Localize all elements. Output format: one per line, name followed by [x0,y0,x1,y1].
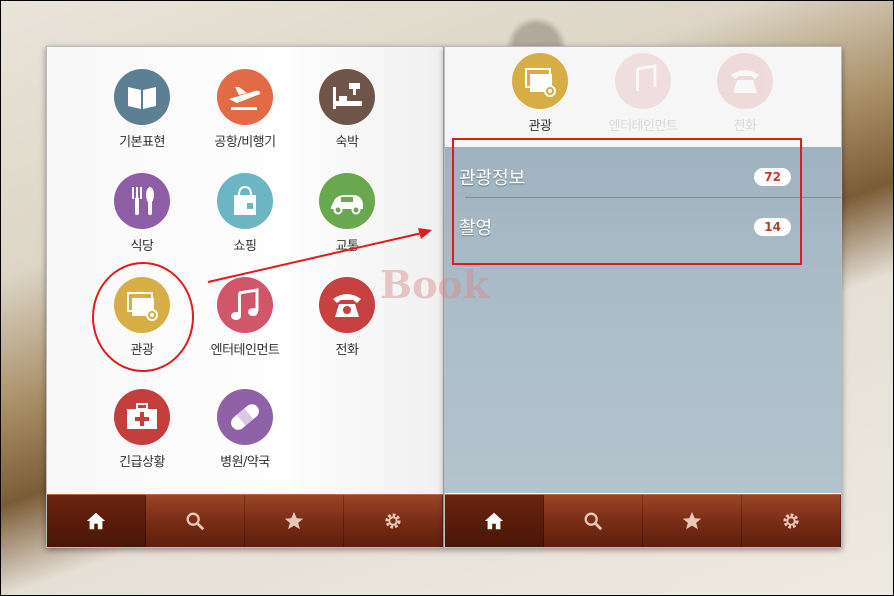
annotation-arrow [207,228,432,283]
